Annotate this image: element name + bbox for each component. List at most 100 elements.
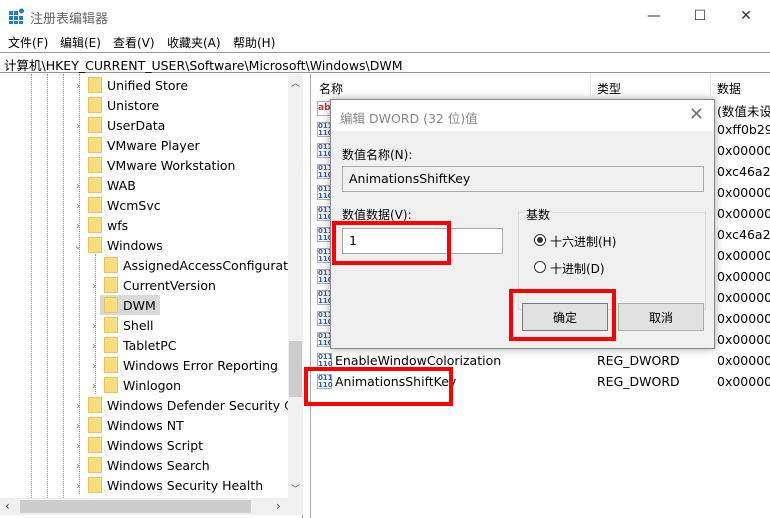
tree-item[interactable]: › wfs [0, 215, 288, 235]
value-data: 0x000000 [717, 353, 770, 368]
dialog-title: 编辑 DWORD (32 位)值 [340, 111, 478, 126]
tree-item[interactable]: ⌄ Windows [0, 235, 288, 255]
binary-value-icon: 011 110 [317, 353, 333, 368]
chevron-right-icon[interactable]: › [73, 439, 83, 452]
chevron-right-icon[interactable]: › [73, 219, 83, 232]
tree-item[interactable]: › UserData [0, 115, 288, 135]
tree-item-label: VMware Player [107, 137, 200, 153]
chevron-right-icon[interactable]: › [73, 479, 83, 492]
chevron-right-icon[interactable]: › [73, 419, 83, 432]
value-data: 0x000000 [717, 269, 770, 284]
highlight-box-data-input [332, 221, 451, 265]
tree-item[interactable]: › CurrentVersion [0, 275, 288, 295]
dialog-close-icon[interactable]: ✕ [689, 104, 704, 125]
scroll-up-icon[interactable]: ︿ [291, 76, 300, 89]
scroll-thumb[interactable] [289, 341, 302, 397]
chevron-right-icon[interactable]: › [73, 199, 83, 212]
menu-help[interactable]: 帮助(H) [233, 34, 275, 51]
folder-icon [88, 117, 102, 133]
folder-icon [88, 177, 102, 193]
menu-edit[interactable]: 编辑(E) [60, 34, 101, 51]
tree-item-label: WcmSvc [107, 197, 161, 213]
tree-item[interactable]: VMware Player [0, 135, 288, 155]
value-data: 0x000000 [717, 374, 770, 389]
menu-favorites[interactable]: 收藏夹(A) [167, 34, 221, 51]
value-name-field: AnimationsShiftKey [342, 166, 704, 192]
tree-item[interactable]: › Windows NT [0, 415, 288, 435]
tree-item[interactable]: › Windows Error Reporting [0, 355, 288, 375]
tree-item[interactable]: Unistore [0, 95, 288, 115]
chevron-down-icon[interactable]: ⌄ [73, 239, 83, 252]
chevron-right-icon[interactable]: › [73, 459, 83, 472]
value-name: EnableWindowColorization [335, 353, 502, 368]
regedit-app-icon [9, 8, 24, 24]
chevron-right-icon[interactable]: › [89, 359, 99, 372]
highlight-box-ok-button [509, 289, 616, 341]
tree-item-label: Unified Store [107, 77, 189, 93]
cancel-button[interactable]: 取消 [618, 303, 704, 331]
value-name-label: 数值名称(N): [342, 148, 413, 162]
decimal-radio-label[interactable]: 十进制(D) [550, 260, 605, 277]
tree-item[interactable]: AssignedAccessConfiguratio [0, 255, 299, 275]
folder-icon [104, 337, 118, 353]
title-bar: 注册表编辑器 — ☐ ✕ [0, 0, 770, 32]
chevron-right-icon[interactable]: › [89, 379, 99, 392]
tree-item[interactable]: › Shell [0, 315, 288, 335]
menu-file[interactable]: 文件(F) [8, 34, 48, 51]
tree-item[interactable]: › WAB [0, 175, 288, 195]
chevron-right-icon[interactable]: › [89, 339, 99, 352]
tree-horizontal-scrollbar[interactable]: ‹ › [0, 498, 303, 515]
chevron-right-icon[interactable]: › [73, 119, 83, 132]
base-label: 基数 [524, 206, 553, 223]
scroll-left-icon[interactable]: ‹ [5, 499, 10, 513]
tree-item[interactable]: › Winlogon [0, 375, 288, 395]
scroll-down-icon[interactable]: ﹀ [291, 482, 300, 495]
folder-icon [104, 257, 118, 273]
value-data: 0x000000 [717, 143, 770, 158]
menu-view[interactable]: 查看(V) [113, 34, 155, 51]
value-data: 0x000000 [717, 206, 770, 221]
column-header-type[interactable]: 类型 [597, 80, 621, 97]
tree-item[interactable]: › Windows Search [0, 455, 288, 475]
chevron-right-icon[interactable]: › [89, 319, 99, 332]
chevron-right-icon[interactable]: › [89, 279, 99, 292]
hscroll-thumb[interactable] [20, 500, 251, 513]
folder-icon [88, 397, 102, 413]
tree-item[interactable]: › Windows Defender Security Ce [0, 395, 301, 415]
tree-item[interactable]: › TabletPC [0, 335, 288, 355]
hex-radio[interactable] [534, 234, 546, 246]
tree-item[interactable]: VMware Workstation [0, 155, 288, 175]
tree-item-label: Unistore [107, 97, 160, 113]
tree-item-label: Windows Defender Security Ce [107, 397, 301, 413]
close-button[interactable]: ✕ [723, 0, 769, 32]
folder-icon [88, 197, 102, 213]
chevron-right-icon[interactable]: › [73, 79, 83, 92]
dialog-title-bar: 编辑 DWORD (32 位)值 ✕ [331, 100, 714, 131]
column-header-name[interactable]: 名称 [319, 80, 343, 97]
hex-radio-label[interactable]: 十六进制(H) [550, 233, 616, 250]
tree-item[interactable]: › Windows Script [0, 435, 288, 455]
tree-item-label: Windows NT [107, 417, 184, 433]
value-data: 0x000000 [717, 311, 770, 326]
tree-vertical-scrollbar[interactable]: ︿ ﹀ [288, 74, 303, 498]
scroll-right-icon[interactable]: › [276, 499, 281, 513]
folder-icon [104, 377, 118, 393]
decimal-radio[interactable] [534, 261, 546, 273]
column-header-data[interactable]: 数据 [717, 80, 741, 97]
address-bar[interactable]: 计算机\HKEY_CURRENT_USER\Software\Microsoft… [0, 52, 770, 73]
tree-item[interactable]: DWM [0, 295, 288, 315]
folder-icon [104, 357, 118, 373]
tree-item[interactable]: › Windows Security Health [0, 475, 288, 495]
tree-item-label: Winlogon [123, 377, 182, 393]
chevron-right-icon[interactable]: › [73, 179, 83, 192]
value-data: 0x000000 [717, 185, 770, 200]
tree-item[interactable]: › WcmSvc [0, 195, 288, 215]
chevron-right-icon[interactable]: › [73, 399, 83, 412]
tree-item[interactable]: › Unified Store [0, 75, 288, 95]
tree-item-label: TabletPC [123, 337, 177, 353]
maximize-button[interactable]: ☐ [677, 0, 723, 32]
value-data: 0x000000 [717, 332, 770, 347]
tree-item-label: VMware Workstation [107, 157, 236, 173]
tree-item-label: Windows [107, 237, 163, 253]
minimize-button[interactable]: — [631, 0, 677, 32]
